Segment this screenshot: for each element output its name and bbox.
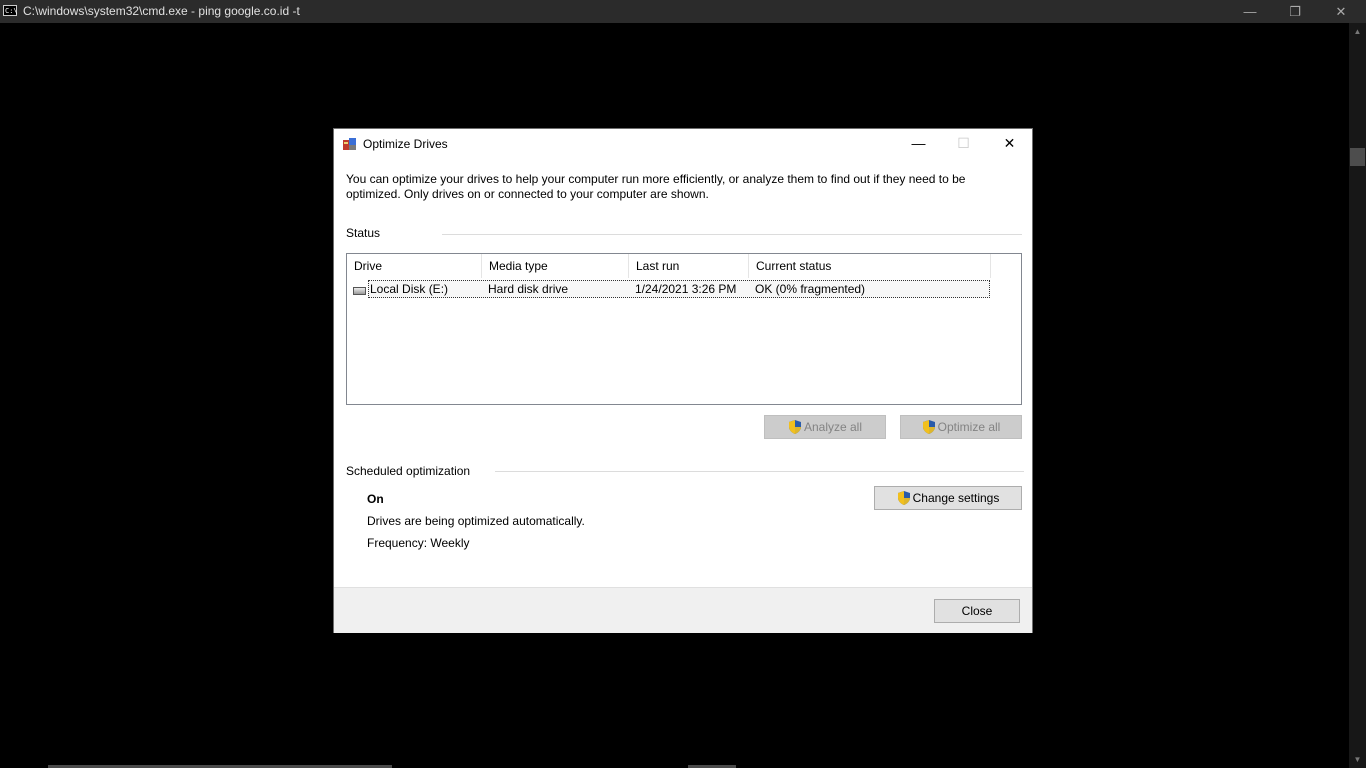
dialog-minimize-button[interactable]: — (896, 129, 941, 158)
drives-list[interactable]: Drive Media type Last run Current status… (346, 253, 1022, 405)
drives-list-header: Drive Media type Last run Current status (347, 254, 1021, 278)
status-group-divider (442, 234, 1022, 235)
column-header-current-status[interactable]: Current status (749, 254, 991, 278)
drive-icon (353, 287, 366, 295)
cmd-icon: C:\ (3, 5, 18, 16)
defrag-icon (343, 138, 356, 150)
table-row[interactable]: Local Disk (E:) Hard disk drive 1/24/202… (368, 280, 990, 298)
dialog-title: Optimize Drives (363, 137, 448, 151)
column-header-drive[interactable]: Drive (347, 254, 482, 278)
dialog-footer: Close (334, 587, 1032, 633)
cmd-titlebar[interactable]: C:\ C:\windows\system32\cmd.exe - ping g… (0, 0, 1366, 23)
close-button[interactable]: Close (934, 599, 1020, 623)
cell-last-run: 1/24/2021 3:26 PM (635, 282, 737, 296)
analyze-all-label: Analyze all (803, 420, 863, 434)
cmd-minimize-button[interactable]: — (1227, 0, 1273, 23)
shield-icon (897, 491, 910, 505)
dialog-maximize-button: ☐ (957, 135, 970, 151)
schedule-description: Drives are being optimized automatically… (367, 514, 585, 528)
scroll-down-arrow-icon[interactable]: ▼ (1349, 751, 1366, 768)
optimize-all-button[interactable]: Optimize all (900, 415, 1022, 439)
change-settings-button[interactable]: Change settings (874, 486, 1022, 510)
optimize-all-label: Optimize all (937, 420, 1001, 434)
cell-current-status: OK (0% fragmented) (755, 282, 866, 296)
dialog-close-button[interactable]: ✕ (987, 129, 1032, 158)
scroll-up-arrow-icon[interactable]: ▲ (1349, 23, 1366, 40)
shield-icon (788, 420, 801, 434)
dialog-titlebar[interactable]: Optimize Drives — ☐ ✕ (334, 129, 1032, 159)
schedule-state: On (367, 492, 384, 506)
cmd-close-button[interactable]: ✕ (1318, 0, 1364, 23)
column-header-media-type[interactable]: Media type (482, 254, 629, 278)
shield-icon (922, 420, 935, 434)
schedule-frequency: Frequency: Weekly (367, 536, 470, 550)
dialog-description: You can optimize your drives to help you… (346, 172, 966, 201)
cell-drive: Local Disk (E:) (370, 282, 449, 296)
analyze-all-button[interactable]: Analyze all (764, 415, 886, 439)
cmd-vertical-scrollbar[interactable]: ▲ ▼ (1349, 23, 1366, 768)
change-settings-label: Change settings (912, 491, 1000, 505)
status-group-label: Status (346, 226, 381, 240)
scheduled-group-divider (495, 471, 1024, 472)
scroll-thumb[interactable] (1350, 148, 1365, 166)
column-header-last-run[interactable]: Last run (629, 254, 749, 278)
cell-media-type: Hard disk drive (488, 282, 569, 296)
optimize-drives-dialog: Optimize Drives — ☐ ✕ You can optimize y… (333, 128, 1033, 633)
cmd-restore-button[interactable]: ❐ (1272, 0, 1318, 23)
cmd-window-title: C:\windows\system32\cmd.exe - ping googl… (23, 4, 300, 18)
scheduled-group-label: Scheduled optimization (346, 464, 471, 478)
